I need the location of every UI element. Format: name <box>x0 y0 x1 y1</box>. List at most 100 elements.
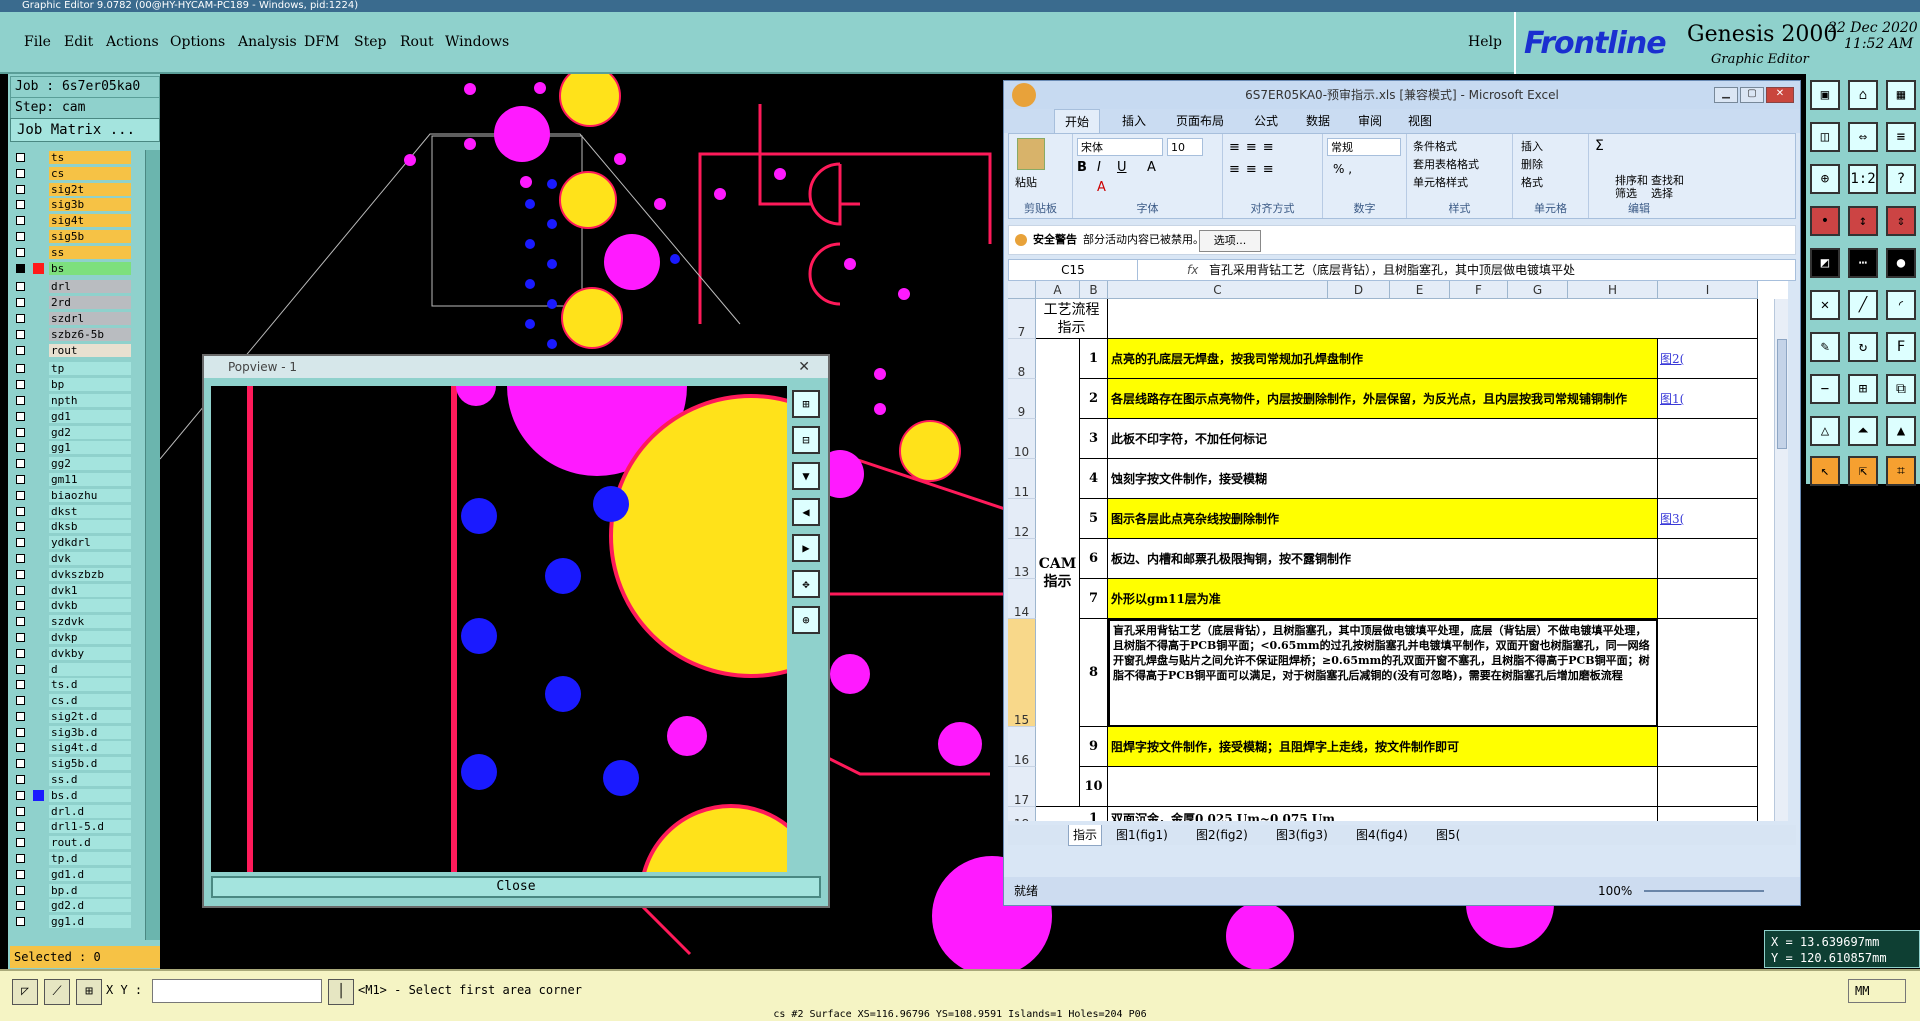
row-header[interactable]: 7 <box>1008 299 1036 339</box>
menu-help[interactable]: Help <box>1468 34 1502 50</box>
step-number-cell[interactable]: 5 <box>1080 499 1108 539</box>
layer-checkbox[interactable] <box>16 617 25 627</box>
step-number-cell[interactable]: 7 <box>1080 579 1108 619</box>
layer-name[interactable]: sig2t.d <box>49 709 131 723</box>
popview-center-icon[interactable]: ⊕ <box>792 606 820 634</box>
sort-filter-button[interactable]: 排序和筛选 <box>1615 174 1651 200</box>
layer-name[interactable]: szbz6-5b <box>49 327 131 341</box>
layer-checkbox[interactable] <box>16 775 25 785</box>
instruction-cell[interactable]: 阻焊字按文件制作，接受模糊；且阻焊字上走线，按文件制作即可 <box>1108 727 1658 767</box>
layer-name[interactable]: gg1 <box>49 441 131 455</box>
layer-checkbox[interactable] <box>16 522 25 532</box>
layer-row[interactable]: ts <box>12 150 138 166</box>
layer-name[interactable]: bp.d <box>49 883 131 897</box>
layer-checkbox[interactable] <box>16 711 25 721</box>
delete-button[interactable]: 删除 <box>1521 156 1543 172</box>
layer-checkbox[interactable] <box>16 901 25 911</box>
layer-row[interactable]: cs <box>12 166 138 182</box>
instruction-cell[interactable]: 板边、内槽和邮票孔极限掏铜，按不露铜制作 <box>1108 539 1658 579</box>
toolbar-window-icon[interactable]: ◫ <box>1810 122 1840 152</box>
layer-checkbox[interactable] <box>16 506 25 516</box>
layer-row[interactable]: szbz6-5b <box>12 327 138 343</box>
layer-checkbox[interactable] <box>16 298 25 308</box>
layer-row[interactable]: sig4t.d <box>12 740 138 756</box>
conditional-format-button[interactable]: 条件格式 <box>1413 138 1457 154</box>
layer-name[interactable]: rout.d <box>49 836 131 850</box>
number-format-select[interactable]: 常规 <box>1327 138 1401 156</box>
font-size-select[interactable]: 10 <box>1167 138 1203 156</box>
layer-name[interactable]: ss <box>49 245 131 259</box>
toolbar-select-area-icon[interactable]: ⇱ <box>1848 456 1878 486</box>
layer-name[interactable]: gg2 <box>49 457 131 471</box>
sheet-tab[interactable]: 图5( <box>1432 825 1464 845</box>
column-header[interactable]: E <box>1390 281 1450 299</box>
format-as-table-button[interactable]: 套用表格格式 <box>1413 156 1479 172</box>
sheet-tab[interactable]: 图4(fig4) <box>1352 825 1412 845</box>
layer-name[interactable]: dvkby <box>49 646 131 660</box>
popview-zoom-in-icon[interactable]: ⊞ <box>792 390 820 418</box>
toolbar-arc-icon[interactable]: ◜ <box>1886 290 1916 320</box>
tab-formulas[interactable]: 公式 <box>1254 109 1278 133</box>
toolbar-move-icon[interactable]: ⊞ <box>1848 374 1878 404</box>
layer-row[interactable]: szdrl <box>12 311 138 327</box>
instruction-cell[interactable] <box>1108 767 1658 807</box>
layer-row[interactable]: sig3b.d <box>12 725 138 741</box>
insert-button[interactable]: 插入 <box>1521 138 1543 154</box>
menu-options[interactable]: Options <box>170 34 225 50</box>
popview-pan-down-icon[interactable]: ▼ <box>792 462 820 490</box>
layer-name[interactable]: gm11 <box>49 472 131 486</box>
grid-tool-icon[interactable]: ⊞ <box>76 979 102 1005</box>
layer-checkbox[interactable] <box>16 601 25 611</box>
halign-buttons[interactable]: ≡≡≡ <box>1229 162 1280 177</box>
layer-checkbox[interactable] <box>16 727 25 737</box>
layer-checkbox[interactable] <box>16 345 25 355</box>
column-header[interactable]: A <box>1036 281 1080 299</box>
layer-row[interactable]: ts.d <box>12 677 138 693</box>
layer-row[interactable]: gm11 <box>12 472 138 488</box>
layer-row[interactable]: ss.d <box>12 772 138 788</box>
select-all-corner[interactable] <box>1008 281 1036 299</box>
units-select[interactable]: MM <box>1848 979 1906 1003</box>
line-tool-icon[interactable]: ⟋ <box>44 979 70 1005</box>
row-header[interactable]: 9 <box>1008 379 1036 419</box>
instruction-cell[interactable]: 蚀刻字按文件制作，接受模糊 <box>1108 459 1658 499</box>
row-header[interactable]: 16 <box>1008 727 1036 767</box>
layer-name[interactable]: d <box>49 662 131 676</box>
figure-link-cell[interactable] <box>1658 419 1758 459</box>
bold-button[interactable]: B <box>1077 160 1087 175</box>
instruction-cell[interactable]: 各层线路存在图示点亮物件，内层按删除制作，外层保留，为反光点，且内层按我司常规铺… <box>1108 379 1658 419</box>
step-number-cell[interactable]: 2 <box>1080 379 1108 419</box>
layer-list-scrollbar[interactable] <box>145 150 160 940</box>
layer-row[interactable]: tp <box>12 361 138 377</box>
row-header[interactable]: 8 <box>1008 339 1036 379</box>
layer-row[interactable]: sig4t <box>12 213 138 229</box>
layer-checkbox[interactable] <box>16 743 25 753</box>
layer-row[interactable]: gd1.d <box>12 867 138 883</box>
layer-name[interactable]: bs <box>49 261 131 275</box>
excel-close-icon[interactable]: ✕ <box>1766 87 1794 103</box>
row-header[interactable]: 11 <box>1008 459 1036 499</box>
instruction-cell[interactable]: 盲孔采用背钻工艺（底层背钻），且树脂塞孔，其中顶层做电镀填平处理，底层（背钻层）… <box>1108 619 1658 727</box>
layer-row[interactable]: cs.d <box>12 693 138 709</box>
toolbar-select-net-icon[interactable]: ⌗ <box>1886 456 1916 486</box>
layer-checkbox[interactable] <box>16 459 25 469</box>
layer-row[interactable]: sig5b.d <box>12 756 138 772</box>
layer-checkbox[interactable] <box>16 263 25 273</box>
layer-checkbox[interactable] <box>16 854 25 864</box>
layer-name[interactable]: dksb <box>49 520 131 534</box>
layer-checkbox[interactable] <box>16 443 25 453</box>
spreadsheet-grid[interactable]: A B C D E F G H I 7 8 1 点亮的孔底层无焊盘，按我司常规加孔焊盘制作 图2(9 2 各层… <box>1008 281 1788 821</box>
toolbar-copy-icon[interactable]: ⧉ <box>1886 374 1916 404</box>
layer-checkbox[interactable] <box>16 168 25 178</box>
layer-name[interactable]: dvk1 <box>49 583 131 597</box>
menu-analysis[interactable]: Analysis <box>238 34 297 50</box>
layer-row[interactable]: ydkdrl <box>12 535 138 551</box>
layer-name[interactable]: gd2 <box>49 425 131 439</box>
layer-name[interactable]: ts <box>49 151 131 164</box>
row-header[interactable]: 12 <box>1008 499 1036 539</box>
instruction-cell[interactable]: 外形以gm11层为准 <box>1108 579 1658 619</box>
row-header[interactable]: 18 <box>1008 807 1036 821</box>
process-flow-header[interactable]: 工艺流程 指示 <box>1036 299 1108 339</box>
layer-name[interactable]: sig4t.d <box>49 741 131 755</box>
layer-row[interactable]: bp <box>12 377 138 393</box>
